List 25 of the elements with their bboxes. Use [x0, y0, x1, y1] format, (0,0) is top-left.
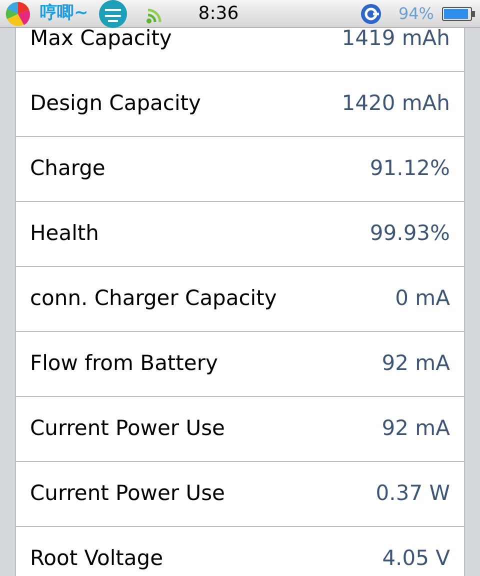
row-value: 1420 mAh — [342, 90, 450, 118]
row-label: Root Voltage — [30, 545, 164, 572]
row-label: Design Capacity — [30, 90, 201, 118]
row-label: Current Power Use — [30, 415, 225, 442]
row-value: 0.37 W — [376, 480, 450, 508]
row-value: 1419 mAh — [342, 28, 450, 52]
app-text: 哼唧~ — [40, 2, 88, 25]
clock-time: 8:36 — [198, 2, 239, 26]
row-value: 99.93% — [370, 220, 450, 248]
row-label: Current Power Use — [30, 480, 225, 508]
refresh-icon[interactable] — [360, 2, 382, 24]
row-value: 4.05 V — [382, 545, 450, 572]
row-label: Flow from Battery — [30, 350, 218, 378]
row-value: 92 mA — [382, 350, 450, 378]
row-value: 91.12% — [370, 155, 450, 182]
signal-icon[interactable] — [146, 8, 162, 24]
battery-percent: 94% — [398, 2, 434, 24]
row-value: 92 mA — [382, 415, 450, 442]
battery-icon — [442, 6, 472, 20]
pinwheel-icon[interactable] — [4, 0, 32, 26]
row-label: conn. Charger Capacity — [30, 285, 277, 312]
row-value: 0 mA — [395, 285, 450, 312]
row-label: Charge — [30, 155, 106, 182]
row-label: Health — [30, 220, 99, 248]
row-label: Max Capacity — [30, 28, 172, 52]
